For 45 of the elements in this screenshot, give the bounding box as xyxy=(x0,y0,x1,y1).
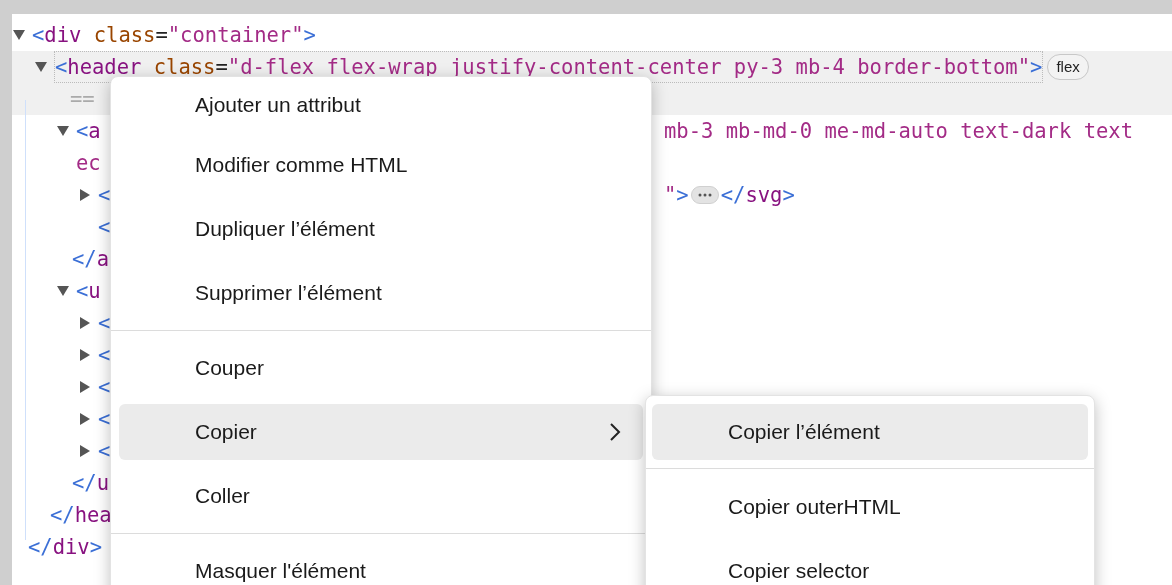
menu-item[interactable]: Masquer l'élément xyxy=(119,543,643,585)
expanded-triangle-icon[interactable] xyxy=(12,29,26,41)
expanded-triangle-icon[interactable] xyxy=(56,285,70,297)
code-text: < xyxy=(98,213,111,241)
code-text: <u xyxy=(76,277,101,305)
ellipsis-icon xyxy=(697,193,712,197)
flex-badge[interactable]: flex xyxy=(1047,54,1089,80)
collapsed-triangle-icon[interactable] xyxy=(78,189,92,201)
code-text: </a xyxy=(72,245,110,273)
code-text: </hea xyxy=(50,501,112,529)
chevron-right-icon xyxy=(609,422,621,442)
menu-item[interactable]: Copier xyxy=(119,404,643,460)
menu-item[interactable]: Dupliquer l’élément xyxy=(119,201,643,257)
collapsed-triangle-icon[interactable] xyxy=(78,413,92,425)
selected-node-row[interactable]: <header class="d-flex flex-wrap justify-content-center py-3 mb-4 border-bottom"> flex xyxy=(12,51,1172,83)
code-text: < xyxy=(98,405,111,433)
code-text: <header class="d-flex flex-wrap justify-content-center py-3 mb-4 border-bottom"> xyxy=(55,53,1043,81)
menu-item[interactable]: Supprimer l’élément xyxy=(119,265,643,321)
code-text: <a xyxy=(76,117,101,145)
code-text: < xyxy=(98,181,111,209)
menu-item[interactable]: Copier l’élément xyxy=(652,404,1088,460)
code-text: < xyxy=(98,437,111,465)
code-text: < xyxy=(98,309,111,337)
menu-item[interactable]: Couper xyxy=(119,340,643,396)
code-text: < xyxy=(98,341,111,369)
collapsed-triangle-icon[interactable] xyxy=(78,445,92,457)
collapsed-triangle-icon[interactable] xyxy=(78,381,92,393)
code-text: ec xyxy=(76,149,101,177)
expand-ellipsis-button[interactable] xyxy=(690,186,719,204)
menu-item[interactable]: Copier outerHTML xyxy=(652,479,1088,535)
code-text: </u xyxy=(72,469,110,497)
code-text: <div class="container"> xyxy=(32,21,316,49)
collapsed-triangle-icon[interactable] xyxy=(78,317,92,329)
code-text: </div> xyxy=(28,533,103,561)
collapsed-triangle-icon[interactable] xyxy=(78,349,92,361)
menu-item[interactable]: Coller xyxy=(119,468,643,524)
code-text: < xyxy=(98,373,111,401)
selected-marker: == xyxy=(69,85,95,113)
code-text: mb-3 mb-md-0 me-md-auto text-dark text xyxy=(664,117,1133,145)
expanded-triangle-icon[interactable] xyxy=(34,61,48,73)
code-text: </svg> xyxy=(720,181,795,209)
expanded-triangle-icon[interactable] xyxy=(56,125,70,137)
menu-item[interactable]: Modifier comme HTML xyxy=(119,137,643,193)
menu-item[interactable]: Copier selector xyxy=(652,543,1088,585)
code-text: "> xyxy=(664,181,689,209)
